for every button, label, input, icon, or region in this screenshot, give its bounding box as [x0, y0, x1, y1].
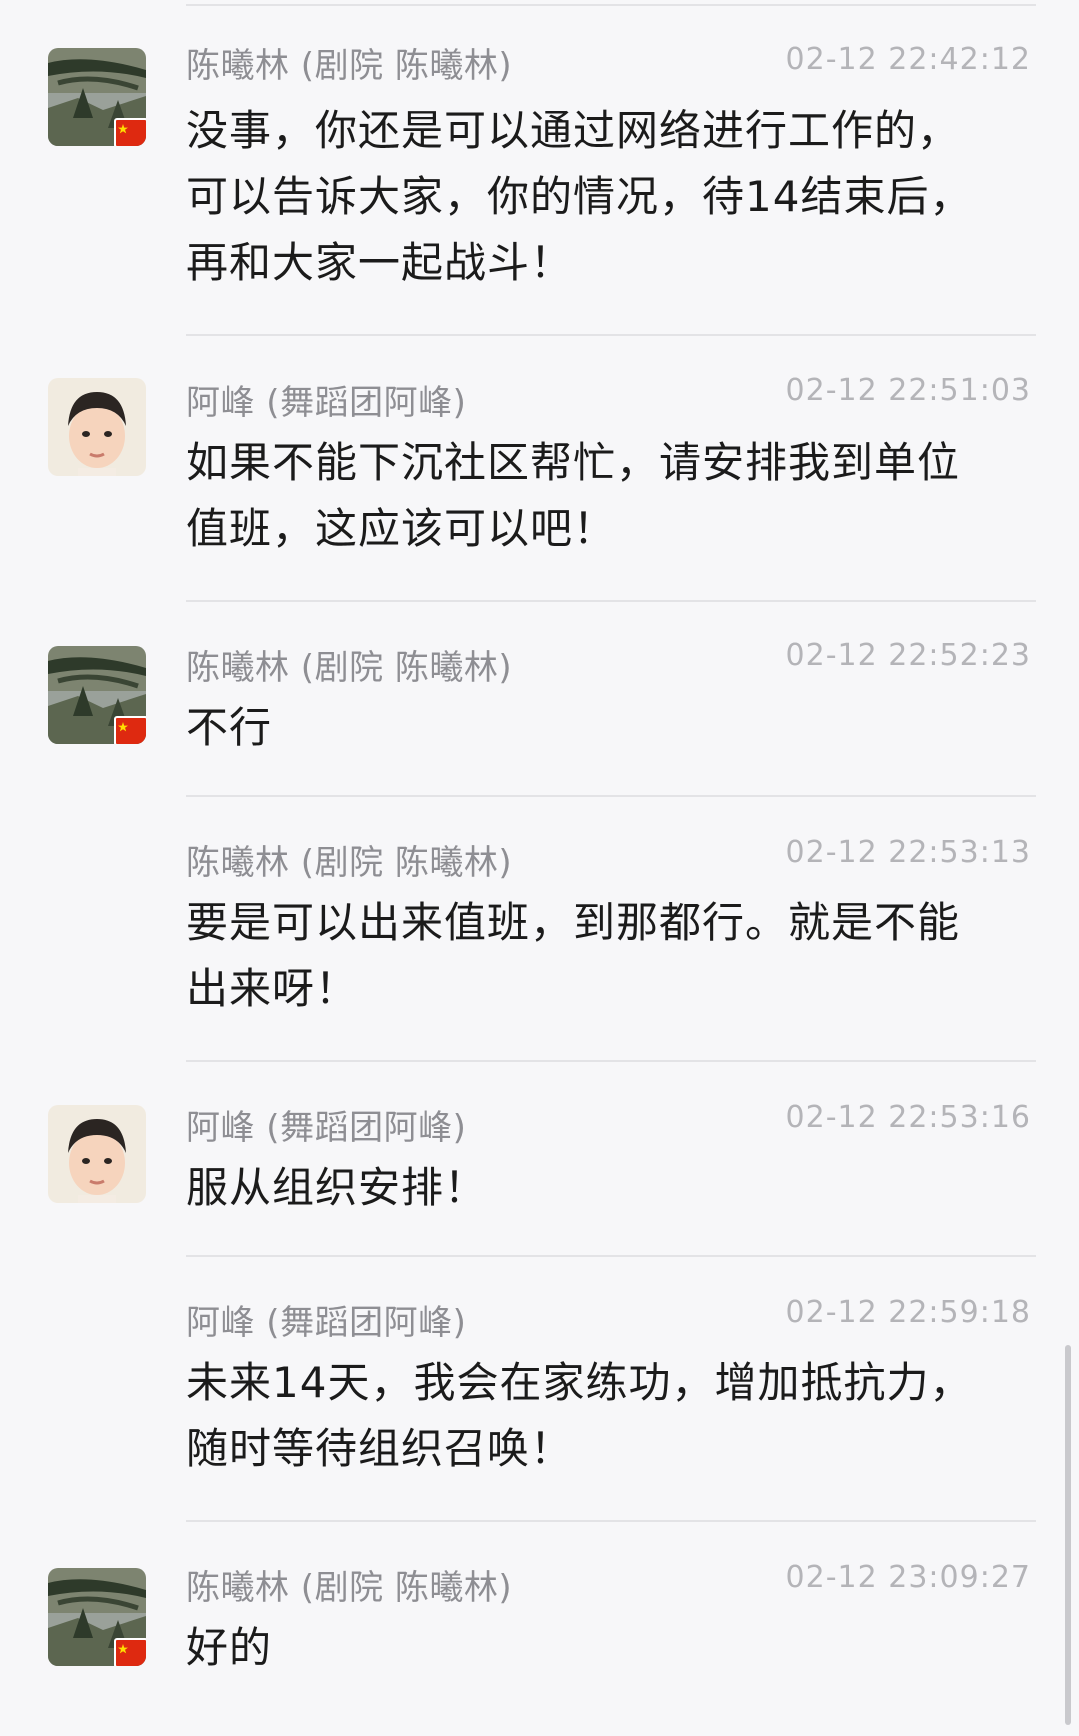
message-time: 02-12 22:51:03: [785, 373, 1031, 408]
divider: [186, 1060, 1036, 1062]
divider: [186, 1255, 1036, 1257]
china-flag-icon: [114, 716, 146, 744]
avatar-landscape[interactable]: [48, 1568, 146, 1666]
message-text: 不行: [186, 703, 273, 752]
message-text: 要是可以出来值班，到那都行。就是不能 出来呀！: [186, 898, 961, 1013]
message-time: 02-12 23:09:27: [785, 1560, 1031, 1595]
avatar-landscape[interactable]: [48, 646, 146, 744]
china-flag-icon: [114, 118, 146, 146]
sender-name: 陈曦林 (剧院 陈曦林): [186, 843, 513, 883]
sender-name: 阿峰 (舞蹈团阿峰): [186, 1303, 467, 1343]
sender-name: 阿峰 (舞蹈团阿峰): [186, 1108, 467, 1148]
divider: [186, 4, 1036, 6]
divider: [186, 334, 1036, 336]
divider: [186, 795, 1036, 797]
message-time: 02-12 22:53:16: [785, 1100, 1031, 1135]
message-text: 如果不能下沉社区帮忙，请安排我到单位 值班，这应该可以吧！: [186, 438, 961, 553]
message-time: 02-12 22:53:13: [785, 835, 1031, 870]
sender-name: 阿峰 (舞蹈团阿峰): [186, 383, 467, 423]
message-time: 02-12 22:52:23: [785, 638, 1031, 673]
scrollbar[interactable]: [1065, 1345, 1071, 1725]
message-text: 好的: [186, 1623, 273, 1672]
sender-name: 陈曦林 (剧院 陈曦林): [186, 648, 513, 688]
message-text: 服从组织安排！: [186, 1163, 488, 1212]
sender-name: 陈曦林 (剧院 陈曦林): [186, 1568, 513, 1608]
divider: [186, 600, 1036, 602]
message-text: 没事，你还是可以通过网络进行工作的， 可以告诉大家，你的情况，待14结束后， 再…: [186, 106, 973, 287]
message-time: 02-12 22:42:12: [785, 42, 1031, 77]
message-time: 02-12 22:59:18: [785, 1295, 1031, 1330]
china-flag-icon: [114, 1638, 146, 1666]
divider: [186, 1520, 1036, 1522]
avatar-landscape[interactable]: [48, 48, 146, 146]
message-text: 未来14天，我会在家练功，增加抵抗力， 随时等待组织召唤！: [186, 1358, 973, 1473]
chat-history[interactable]: 陈曦林 (剧院 陈曦林) 02-12 22:42:12 没事，你还是可以通过网络…: [0, 0, 1079, 1736]
avatar-boy[interactable]: [48, 378, 146, 476]
avatar-boy[interactable]: [48, 1105, 146, 1203]
sender-name: 陈曦林 (剧院 陈曦林): [186, 46, 513, 86]
